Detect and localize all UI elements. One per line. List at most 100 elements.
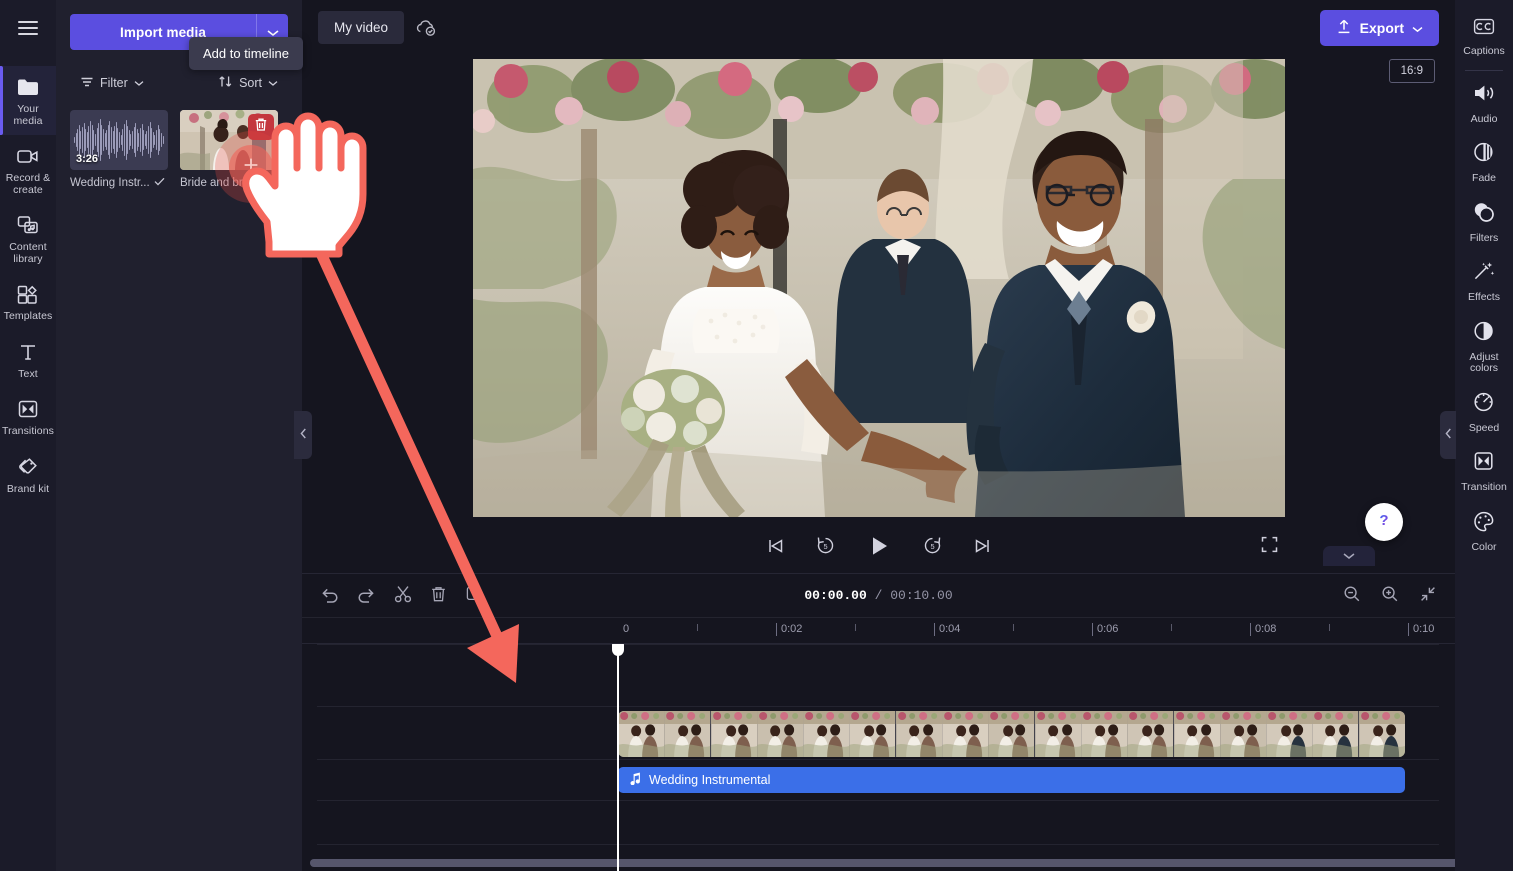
media-card-video[interactable]: Bride and brid... bbox=[180, 110, 287, 203]
media-title: Wedding Instr... bbox=[70, 177, 150, 189]
fit-to-screen-icon bbox=[1419, 585, 1437, 606]
playhead[interactable] bbox=[612, 644, 624, 871]
speedometer-icon bbox=[1472, 391, 1496, 418]
filmstrip-frame bbox=[1312, 711, 1359, 757]
sidebar-item-brand-kit[interactable]: Brand kit bbox=[0, 446, 56, 504]
plus-icon bbox=[241, 155, 261, 180]
total-time: 00:10.00 bbox=[890, 588, 953, 603]
sidebar-item-your-media[interactable]: Your media bbox=[0, 66, 56, 135]
filmstrip-frame bbox=[664, 711, 711, 757]
rewind-5-icon: 5 bbox=[815, 535, 836, 559]
chevron-left-icon bbox=[299, 426, 307, 444]
fade-icon bbox=[1472, 141, 1496, 168]
sidebar-item-label: Transitions bbox=[1, 425, 55, 437]
hamburger-menu-icon[interactable] bbox=[0, 0, 56, 56]
playhead-handle[interactable] bbox=[612, 644, 624, 656]
play-button[interactable] bbox=[864, 531, 894, 564]
svg-text:5: 5 bbox=[823, 542, 827, 551]
right-rail-label: Color bbox=[1471, 540, 1497, 553]
help-button[interactable]: ? bbox=[1365, 503, 1403, 541]
zoom-in-button[interactable] bbox=[1379, 583, 1401, 608]
audio-thumbnail[interactable]: 3:26 bbox=[70, 110, 168, 170]
duplicate-button[interactable] bbox=[463, 583, 485, 608]
scrollbar-thumb[interactable] bbox=[310, 859, 1455, 867]
right-rail-item-captions[interactable]: Captions bbox=[1455, 8, 1513, 65]
video-preview-stage[interactable] bbox=[472, 59, 1285, 517]
right-rail-item-speed[interactable]: Speed bbox=[1455, 382, 1513, 442]
right-rail-item-filters[interactable]: Filters bbox=[1455, 192, 1513, 252]
text-icon bbox=[15, 340, 41, 364]
aspect-ratio-button[interactable]: 16:9 bbox=[1388, 59, 1435, 83]
timeline: 00:00.00 / 00:10.00 0 0:02 0:04 0:06 0:0… bbox=[302, 573, 1455, 871]
skip-to-start-button[interactable] bbox=[763, 534, 787, 561]
skip-start-icon bbox=[765, 536, 785, 559]
export-label: Export bbox=[1359, 19, 1404, 36]
sidebar-item-content-library[interactable]: Content library bbox=[0, 204, 56, 273]
collapse-media-panel-button[interactable] bbox=[294, 411, 312, 459]
export-button[interactable]: Export bbox=[1319, 9, 1439, 46]
closed-captions-icon bbox=[1472, 17, 1496, 41]
timeline-horizontal-scrollbar[interactable] bbox=[310, 859, 1455, 867]
timeline-video-clip[interactable] bbox=[618, 711, 1405, 757]
cloud-saved-icon[interactable] bbox=[414, 18, 438, 38]
right-rail-item-audio[interactable]: Audio bbox=[1455, 73, 1513, 133]
palette-icon bbox=[1472, 510, 1496, 537]
undo-button[interactable] bbox=[318, 584, 341, 608]
clipchamp-editor: Your media Record & create Content libra… bbox=[0, 0, 1513, 871]
right-rail-label: Captions bbox=[1463, 45, 1505, 57]
skip-to-end-button[interactable] bbox=[971, 534, 995, 561]
filmstrip-frame bbox=[618, 711, 665, 757]
fit-to-screen-button[interactable] bbox=[1417, 583, 1439, 608]
right-rail-item-color[interactable]: Color bbox=[1455, 501, 1513, 561]
magic-wand-icon bbox=[1472, 260, 1496, 287]
transport-controls: 5 5 bbox=[302, 521, 1455, 573]
redo-button[interactable] bbox=[355, 584, 378, 608]
fullscreen-button[interactable] bbox=[1260, 535, 1279, 557]
ruler-minor-tick bbox=[697, 624, 698, 631]
filmstrip-frame bbox=[849, 711, 896, 757]
templates-icon bbox=[15, 282, 41, 306]
filmstrip-frame bbox=[1358, 711, 1405, 757]
delete-button[interactable] bbox=[428, 583, 449, 608]
right-rail-item-adjust-colors[interactable]: Adjust colors bbox=[1455, 311, 1513, 382]
ruler-minor-tick bbox=[1013, 624, 1014, 631]
sidebar-item-templates[interactable]: Templates bbox=[0, 273, 56, 331]
chevron-down-icon bbox=[268, 76, 278, 90]
ruler-minor-tick bbox=[1329, 624, 1330, 631]
scissors-icon bbox=[394, 585, 412, 606]
right-rail-item-effects[interactable]: Effects bbox=[1455, 251, 1513, 311]
sidebar-item-transitions[interactable]: Transitions bbox=[0, 388, 56, 446]
timeline-ruler[interactable]: 00:020:040:060:080:100:120:14 bbox=[302, 618, 1455, 644]
forward-5-button[interactable]: 5 bbox=[920, 533, 945, 561]
split-button[interactable] bbox=[392, 583, 414, 608]
right-rail-label: Speed bbox=[1468, 421, 1500, 434]
right-rail-label: Fade bbox=[1472, 172, 1496, 184]
sidebar-item-label: Your media bbox=[13, 103, 43, 127]
media-card-audio[interactable]: 3:26 Wedding Instr... bbox=[70, 110, 168, 189]
sidebar-item-text[interactable]: Text bbox=[0, 331, 56, 389]
duplicate-icon bbox=[465, 585, 483, 606]
filter-button[interactable]: Filter bbox=[74, 72, 150, 94]
rewind-5-button[interactable]: 5 bbox=[813, 533, 838, 561]
timeline-audio-clip[interactable]: Wedding Instrumental bbox=[618, 767, 1405, 793]
sort-button[interactable]: Sort bbox=[212, 72, 284, 94]
filter-sort-row: Filter Sort bbox=[70, 72, 288, 94]
right-rail-item-fade[interactable]: Fade bbox=[1455, 132, 1513, 192]
transition-icon bbox=[1472, 450, 1496, 477]
right-rail: Captions Audio Fade Filters Effects Adju… bbox=[1455, 0, 1513, 871]
filmstrip-frame bbox=[757, 711, 804, 757]
sidebar-item-label: Templates bbox=[3, 310, 53, 322]
add-to-timeline-button[interactable] bbox=[229, 145, 273, 189]
sidebar-item-record-create[interactable]: Record & create bbox=[0, 135, 56, 204]
contrast-icon bbox=[1472, 320, 1496, 347]
content-library-icon bbox=[15, 213, 41, 237]
project-name-button[interactable]: My video bbox=[318, 11, 405, 44]
collapse-timeline-button[interactable] bbox=[1323, 546, 1375, 566]
sidebar-item-label: Content library bbox=[9, 241, 47, 265]
collapse-right-panel-button[interactable] bbox=[1440, 411, 1456, 459]
ruler-tick-label: 0 bbox=[623, 623, 630, 635]
fullscreen-icon bbox=[1260, 536, 1279, 557]
ruler-tick-label: 0:04 bbox=[939, 623, 961, 635]
right-rail-item-transition[interactable]: Transition bbox=[1455, 441, 1513, 501]
zoom-out-button[interactable] bbox=[1341, 583, 1363, 608]
